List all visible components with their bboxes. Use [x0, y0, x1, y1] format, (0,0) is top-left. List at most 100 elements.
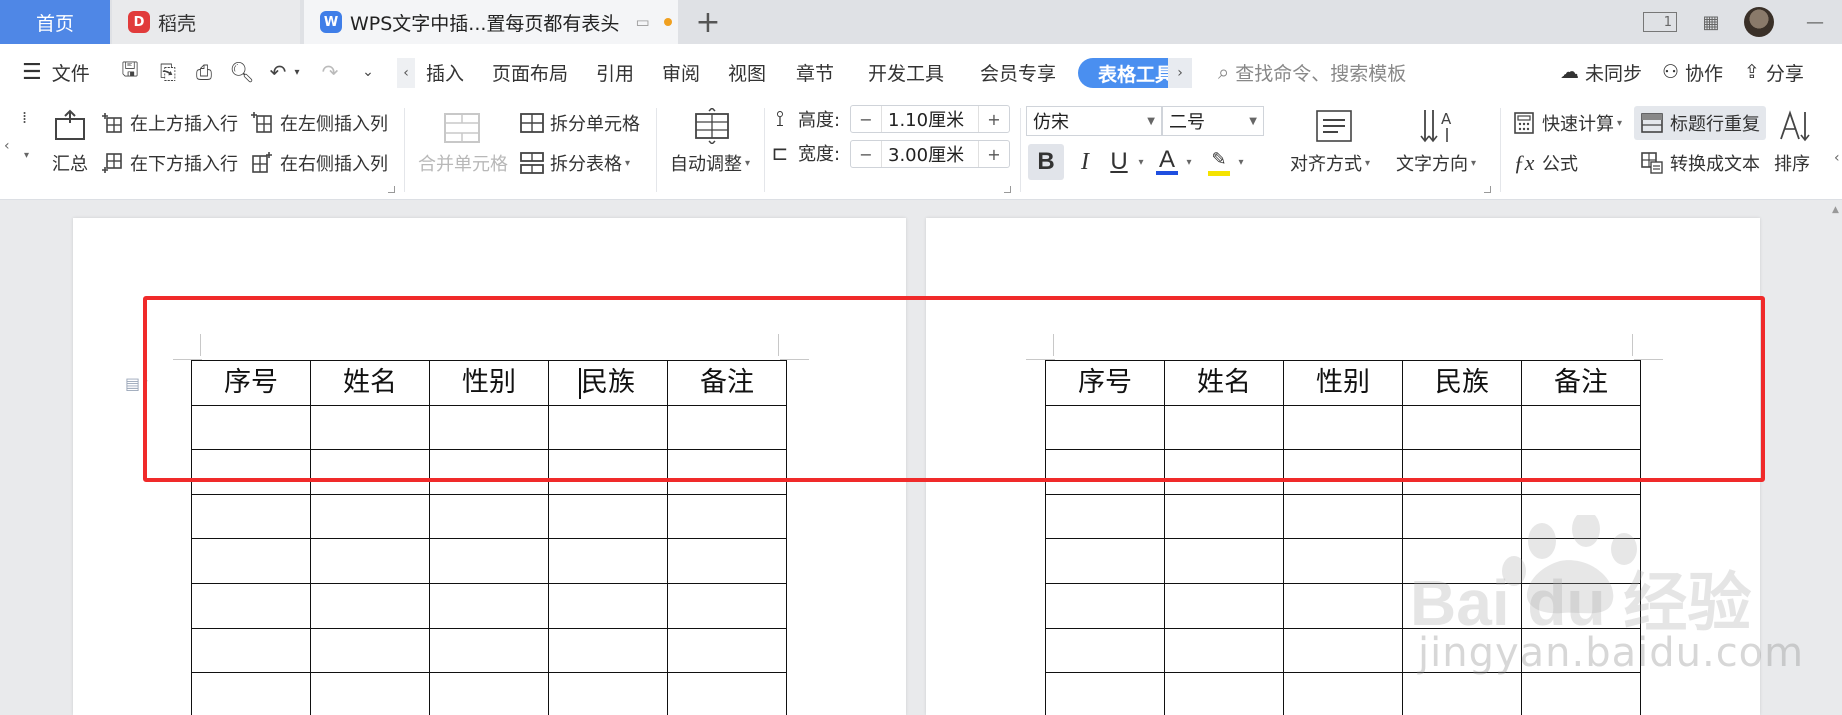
dialog-launcher-icon[interactable] [388, 186, 395, 193]
table-cell[interactable] [1283, 493, 1403, 540]
table-cell[interactable] [1521, 538, 1641, 584]
table-cell[interactable] [310, 672, 430, 715]
ribbon-partial-dropdown[interactable]: ▾ [24, 150, 29, 161]
merge-cells-button[interactable]: 合并单元格 [418, 150, 508, 176]
table-cell[interactable] [191, 627, 311, 674]
table-cell[interactable] [1402, 672, 1522, 715]
minimize-button[interactable]: — [1800, 9, 1830, 35]
table-cell[interactable] [1164, 582, 1284, 629]
align-button[interactable]: 对齐方式 ▾ [1290, 150, 1370, 176]
auto-fit-button[interactable]: 自动调整 ▾ [670, 150, 750, 176]
menu-member[interactable]: 会员专享 [980, 44, 1056, 100]
table-cell[interactable] [548, 538, 668, 584]
table-cell[interactable] [667, 627, 787, 674]
table-cell[interactable] [1045, 493, 1165, 540]
table-cell[interactable] [1164, 627, 1284, 674]
table-cell[interactable] [429, 672, 549, 715]
menu-references[interactable]: 引用 [596, 44, 634, 100]
insert-row-above-button[interactable]: 在上方插入行 [100, 110, 238, 136]
table-cell[interactable] [1521, 672, 1641, 715]
share-button[interactable]: ⇪ 分享 [1744, 44, 1804, 100]
quick-access-dropdown[interactable]: ⌄ [354, 58, 382, 86]
decrement-height-button[interactable]: − [851, 106, 881, 132]
file-menu[interactable]: ☰ 文件 [22, 44, 90, 100]
grid-apps-button[interactable]: ▦ [1696, 9, 1726, 35]
menu-scroll-right[interactable]: › [1168, 58, 1192, 88]
menu-chapter[interactable]: 章节 [796, 44, 834, 100]
split-table-button[interactable]: 拆分表格 ▾ [520, 150, 630, 176]
repeat-header-button[interactable]: 标题行重复 [1634, 106, 1766, 140]
export-pdf-button[interactable]: ⎘ [154, 58, 182, 86]
underline-button[interactable]: U [1104, 144, 1134, 180]
table-cell[interactable] [667, 538, 787, 584]
print-button[interactable]: ⎙ [190, 58, 218, 86]
summary-button[interactable]: 汇总 [52, 150, 88, 176]
table-cell[interactable] [667, 672, 787, 715]
table-cell[interactable] [191, 538, 311, 584]
command-search[interactable]: ⌕ 查找命令、搜索模板 [1218, 44, 1406, 100]
ribbon-partial-item[interactable]: ⁞ [22, 108, 27, 127]
page-view-button[interactable]: 1 [1640, 9, 1680, 35]
tab-daoke[interactable]: D 稻壳 [112, 0, 300, 44]
table-cell[interactable] [1045, 627, 1165, 674]
vertical-scrollbar[interactable]: ▲ [1832, 205, 1842, 265]
redo-button[interactable]: ↷ [316, 58, 344, 86]
row-height-stepper[interactable]: − 1.10厘米 + [850, 105, 1010, 133]
tab-home[interactable]: 首页 [0, 0, 110, 44]
table-cell[interactable] [1164, 493, 1284, 540]
table-cell[interactable] [1283, 672, 1403, 715]
print-preview-button[interactable]: 🔍︎ [228, 58, 256, 86]
decrement-width-button[interactable]: − [851, 141, 881, 167]
undo-button[interactable]: ↶ [264, 58, 292, 86]
menu-scroll-left[interactable]: ‹ [397, 58, 415, 88]
dialog-launcher-icon[interactable] [1004, 186, 1011, 193]
bold-button[interactable]: B [1028, 144, 1064, 180]
row-height-value[interactable]: 1.10厘米 [881, 106, 979, 132]
text-direction-button[interactable]: 文字方向 ▾ [1396, 150, 1476, 176]
ribbon-scroll-left[interactable]: ‹ [4, 138, 10, 154]
collaborate-button[interactable]: ⚇ 协作 [1662, 44, 1723, 100]
quick-calc-button[interactable]: 快速计算 ▾ [1512, 110, 1622, 136]
table-cell[interactable] [429, 493, 549, 540]
table-cell[interactable] [667, 493, 787, 540]
table-cell[interactable] [667, 582, 787, 629]
highlight-dropdown[interactable]: ▾ [1234, 144, 1248, 180]
table-cell[interactable] [1283, 538, 1403, 584]
increment-width-button[interactable]: + [979, 141, 1009, 167]
insert-row-below-button[interactable]: 在下方插入行 [100, 150, 238, 176]
table-cell[interactable] [548, 493, 668, 540]
summary-icon[interactable] [50, 106, 90, 146]
table-cell[interactable] [191, 672, 311, 715]
table-cell[interactable] [1402, 582, 1522, 629]
convert-to-text-button[interactable]: 转换成文本 [1640, 150, 1760, 176]
table-cell[interactable] [429, 627, 549, 674]
table-cell[interactable] [548, 582, 668, 629]
increment-height-button[interactable]: + [979, 106, 1009, 132]
undo-dropdown[interactable]: ▾ [290, 58, 304, 86]
table-cell[interactable] [1283, 627, 1403, 674]
table-cell[interactable] [1402, 493, 1522, 540]
font-name-select[interactable]: 仿宋 ▼ [1026, 106, 1162, 136]
sync-status[interactable]: ☁ 未同步 [1560, 44, 1642, 100]
sort-button[interactable]: 排序 [1774, 150, 1810, 176]
dialog-launcher-icon[interactable] [1484, 186, 1491, 193]
save-button[interactable]: 🖫 [116, 57, 144, 86]
col-width-stepper[interactable]: − 3.00厘米 + [850, 140, 1010, 168]
table-cell[interactable] [548, 672, 668, 715]
highlight-button[interactable]: ✎ [1204, 144, 1234, 180]
table-cell[interactable] [1045, 538, 1165, 584]
table-cell[interactable] [191, 582, 311, 629]
underline-dropdown[interactable]: ▾ [1134, 144, 1148, 180]
table-cell[interactable] [310, 538, 430, 584]
table-cell[interactable] [310, 493, 430, 540]
split-cells-button[interactable]: 拆分单元格 [520, 110, 640, 136]
font-color-button[interactable]: A [1152, 144, 1182, 180]
monitor-icon[interactable]: ▭ [635, 13, 649, 31]
table-cell[interactable] [310, 582, 430, 629]
menu-page-layout[interactable]: 页面布局 [492, 44, 568, 100]
table-cell[interactable] [1521, 582, 1641, 629]
ribbon-more[interactable]: ‹ [1834, 150, 1840, 166]
table-cell[interactable] [191, 493, 311, 540]
user-avatar[interactable] [1742, 6, 1776, 38]
table-cell[interactable] [1521, 493, 1641, 540]
